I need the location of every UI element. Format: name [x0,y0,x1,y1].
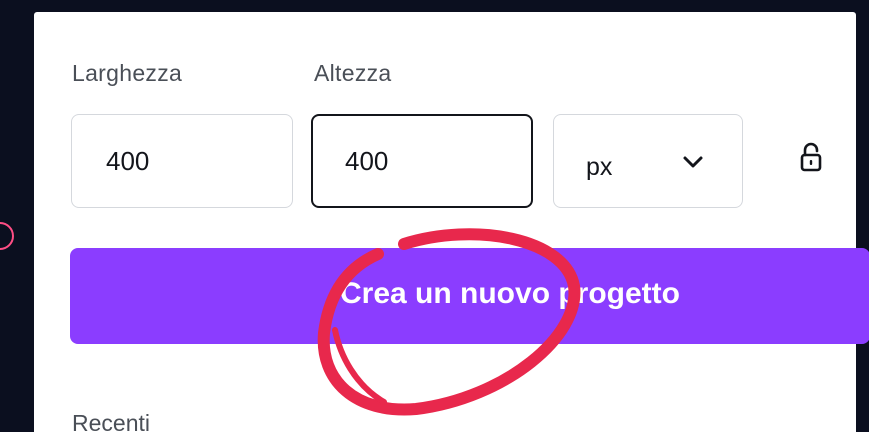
create-button-label: Crea un nuovo progetto [340,277,680,310]
width-label: Larghezza [72,60,183,86]
create-new-project-button[interactable]: Crea un nuovo progetto [70,248,869,344]
width-input[interactable] [72,115,292,207]
unit-select[interactable]: px [553,114,743,208]
unit-value: px [586,153,613,181]
recent-section-title: Recenti [72,410,150,432]
height-label: Altezza [314,60,392,86]
screenshot-stage: Larghezza Altezza px Crea un nuovo proge… [0,0,869,432]
width-field[interactable] [71,114,293,208]
chevron-down-icon [683,156,703,168]
height-input[interactable] [313,116,531,206]
decorative-ring [0,222,14,250]
height-field[interactable] [311,114,533,208]
lock-open-icon[interactable] [800,142,822,172]
